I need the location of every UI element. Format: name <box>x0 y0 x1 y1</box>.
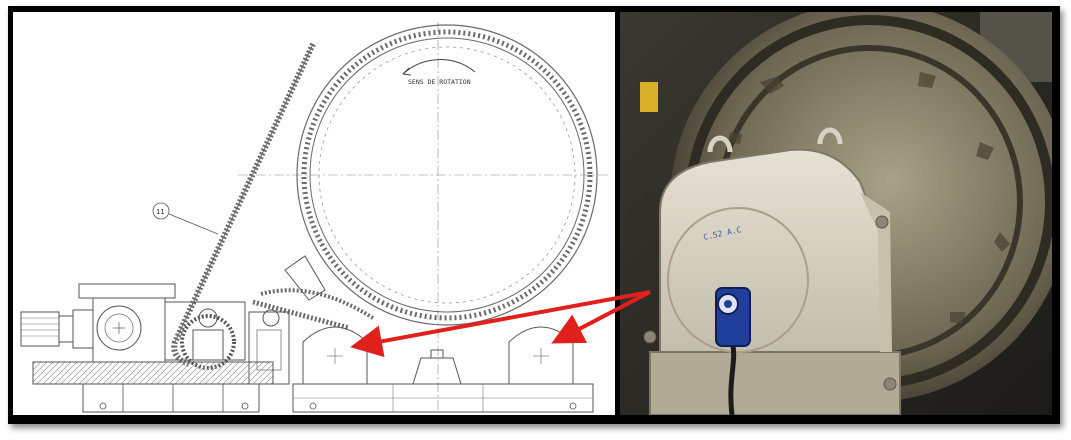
pedestal-cap <box>430 349 444 359</box>
support-roller-right <box>508 326 574 384</box>
part-number-label: 11 <box>156 208 164 216</box>
yellow-frame-part <box>640 82 658 112</box>
part-number-leader <box>168 213 219 235</box>
technical-drawing-panel: SENS DE ROTATION 11 <box>13 12 615 415</box>
rotation-label: SENS DE ROTATION <box>408 78 471 86</box>
rotation-arrow <box>402 59 476 75</box>
support-roller-left <box>302 326 368 384</box>
electric-motor <box>20 309 94 349</box>
gearbox <box>78 283 246 363</box>
drive-sprocket <box>180 308 236 370</box>
bearing-photo: C.52 A.C <box>620 12 1052 415</box>
photo-panel: C.52 A.C <box>620 12 1052 415</box>
chain-guide <box>284 255 326 301</box>
technical-drawing: SENS DE ROTATION 11 <box>20 22 608 413</box>
central-pedestal <box>412 357 462 385</box>
